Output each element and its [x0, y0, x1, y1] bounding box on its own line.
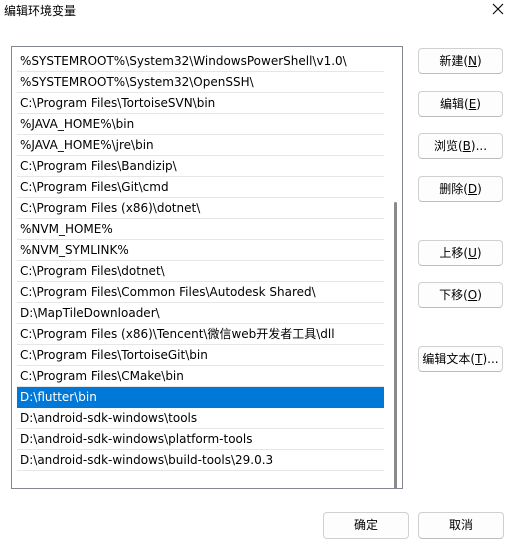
edit-button-suffix: ) [476, 97, 481, 111]
list-item[interactable]: D:\MapTileDownloader\ [17, 303, 384, 324]
edit-text-button-suffix: )... [482, 352, 499, 366]
list-item-text: %NVM_SYMLINK% [20, 243, 129, 257]
move-down-button-label: 下移( [439, 288, 468, 302]
list-item-text: D:\android-sdk-windows\tools [20, 411, 198, 425]
list-item-text: D:\android-sdk-windows\build-tools\29.0.… [20, 453, 274, 467]
list-item[interactable]: C:\Program Files\Bandizip\ [17, 156, 384, 177]
list-item-text: C:\Program Files\TortoiseSVN\bin [20, 96, 216, 110]
delete-button-key: D [467, 182, 478, 196]
list-item-text: C:\Program Files\TortoiseGit\bin [20, 348, 208, 362]
list-item[interactable]: C:\Program Files\dotnet\ [17, 261, 384, 282]
list-item-text: C:\Program Files (x86)\dotnet\ [20, 201, 201, 215]
list-item[interactable]: C:\Program Files\Git\cmd [17, 177, 384, 198]
list-item-text: %NVM_HOME% [20, 222, 113, 236]
new-button-label: 新建( [439, 54, 468, 68]
edit-text-button-label: 编辑文本( [422, 352, 476, 366]
move-up-button-key: U [468, 246, 477, 260]
list-item-text: C:\Program Files\Bandizip\ [20, 159, 177, 173]
move-up-button-label: 上移( [439, 246, 469, 260]
new-button-suffix: ) [476, 54, 482, 68]
list-item-text: C:\Program Files\Git\cmd [20, 180, 169, 194]
delete-button[interactable]: 删除(D) [418, 176, 503, 202]
list-item-text: %SYSTEMROOT%\System32\OpenSSH\ [20, 75, 254, 89]
browse-button-suffix: )... [470, 139, 488, 153]
edit-button[interactable]: 编辑(E) [418, 91, 503, 117]
list-item[interactable]: C:\Program Files (x86)\dotnet\ [17, 198, 384, 219]
delete-button-suffix: ) [477, 182, 482, 196]
list-item[interactable]: %JAVA_HOME%\jre\bin [17, 135, 384, 156]
list-item[interactable]: D:\android-sdk-windows\tools [17, 408, 384, 429]
browse-button-key: B [462, 139, 471, 153]
list-item[interactable]: %SYSTEMROOT%\System32\WindowsPowerShell\… [17, 51, 384, 72]
browse-button-label: 浏览( [433, 139, 463, 153]
list-item[interactable]: %JAVA_HOME%\bin [17, 114, 384, 135]
list-item-text: %SYSTEMROOT%\System32\WindowsPowerShell\… [20, 54, 347, 68]
list-item-text: D:\flutter\bin [20, 390, 97, 404]
list-item[interactable]: C:\Program Files\CMake\bin [17, 366, 384, 387]
list-item[interactable]: D:\android-sdk-windows\platform-tools [17, 429, 384, 450]
move-down-button-key: O [467, 288, 478, 302]
move-up-button-suffix: ) [476, 246, 482, 260]
scrollbar[interactable] [394, 202, 397, 488]
move-down-button-suffix: ) [477, 288, 482, 302]
list-item[interactable]: %NVM_HOME% [17, 219, 384, 240]
move-down-button[interactable]: 下移(O) [418, 282, 503, 308]
list-item[interactable]: %NVM_SYMLINK% [17, 240, 384, 261]
list-item[interactable]: C:\Program Files\Common Files\Autodesk S… [17, 282, 384, 303]
delete-button-label: 删除( [439, 182, 468, 196]
edit-button-label: 编辑( [440, 97, 469, 111]
list-item[interactable]: C:\Program Files\TortoiseSVN\bin [17, 93, 384, 114]
list-item-text: %JAVA_HOME%\jre\bin [20, 138, 154, 152]
list-item[interactable]: %SYSTEMROOT%\System32\OpenSSH\ [17, 72, 384, 93]
list-item-text: C:\Program Files\CMake\bin [20, 369, 184, 383]
window-title: 编辑环境变量 [4, 4, 77, 18]
close-icon[interactable] [489, 0, 507, 18]
list-item-text: C:\Program Files\dotnet\ [20, 264, 165, 278]
list-item[interactable]: D:\android-sdk-windows\build-tools\29.0.… [17, 450, 384, 471]
move-up-button[interactable]: 上移(U) [418, 240, 503, 266]
title-bar: 编辑环境变量 [0, 0, 511, 22]
list-item-text: C:\Program Files (x86)\Tencent\微信web开发者工… [20, 327, 335, 341]
browse-button[interactable]: 浏览(B)... [418, 133, 503, 159]
list-item[interactable]: D:\flutter\bin [17, 387, 384, 408]
list-item-text: D:\android-sdk-windows\platform-tools [20, 432, 253, 446]
list-item-text: D:\MapTileDownloader\ [20, 306, 160, 320]
list-item[interactable]: C:\Program Files\TortoiseGit\bin [17, 345, 384, 366]
new-button-key: N [468, 54, 477, 68]
path-list[interactable]: %SYSTEMROOT%\System32\WindowsPowerShell\… [11, 46, 403, 489]
list-item-text: %JAVA_HOME%\bin [20, 117, 135, 131]
row-divider [17, 470, 384, 471]
list-item[interactable]: C:\Program Files (x86)\Tencent\微信web开发者工… [17, 324, 384, 345]
cancel-button[interactable]: 取消 [418, 512, 504, 539]
new-button[interactable]: 新建(N) [418, 48, 503, 74]
list-item-text: C:\Program Files\Common Files\Autodesk S… [20, 285, 316, 299]
edit-text-button[interactable]: 编辑文本(T)... [418, 346, 503, 372]
ok-button[interactable]: 确定 [323, 512, 409, 539]
